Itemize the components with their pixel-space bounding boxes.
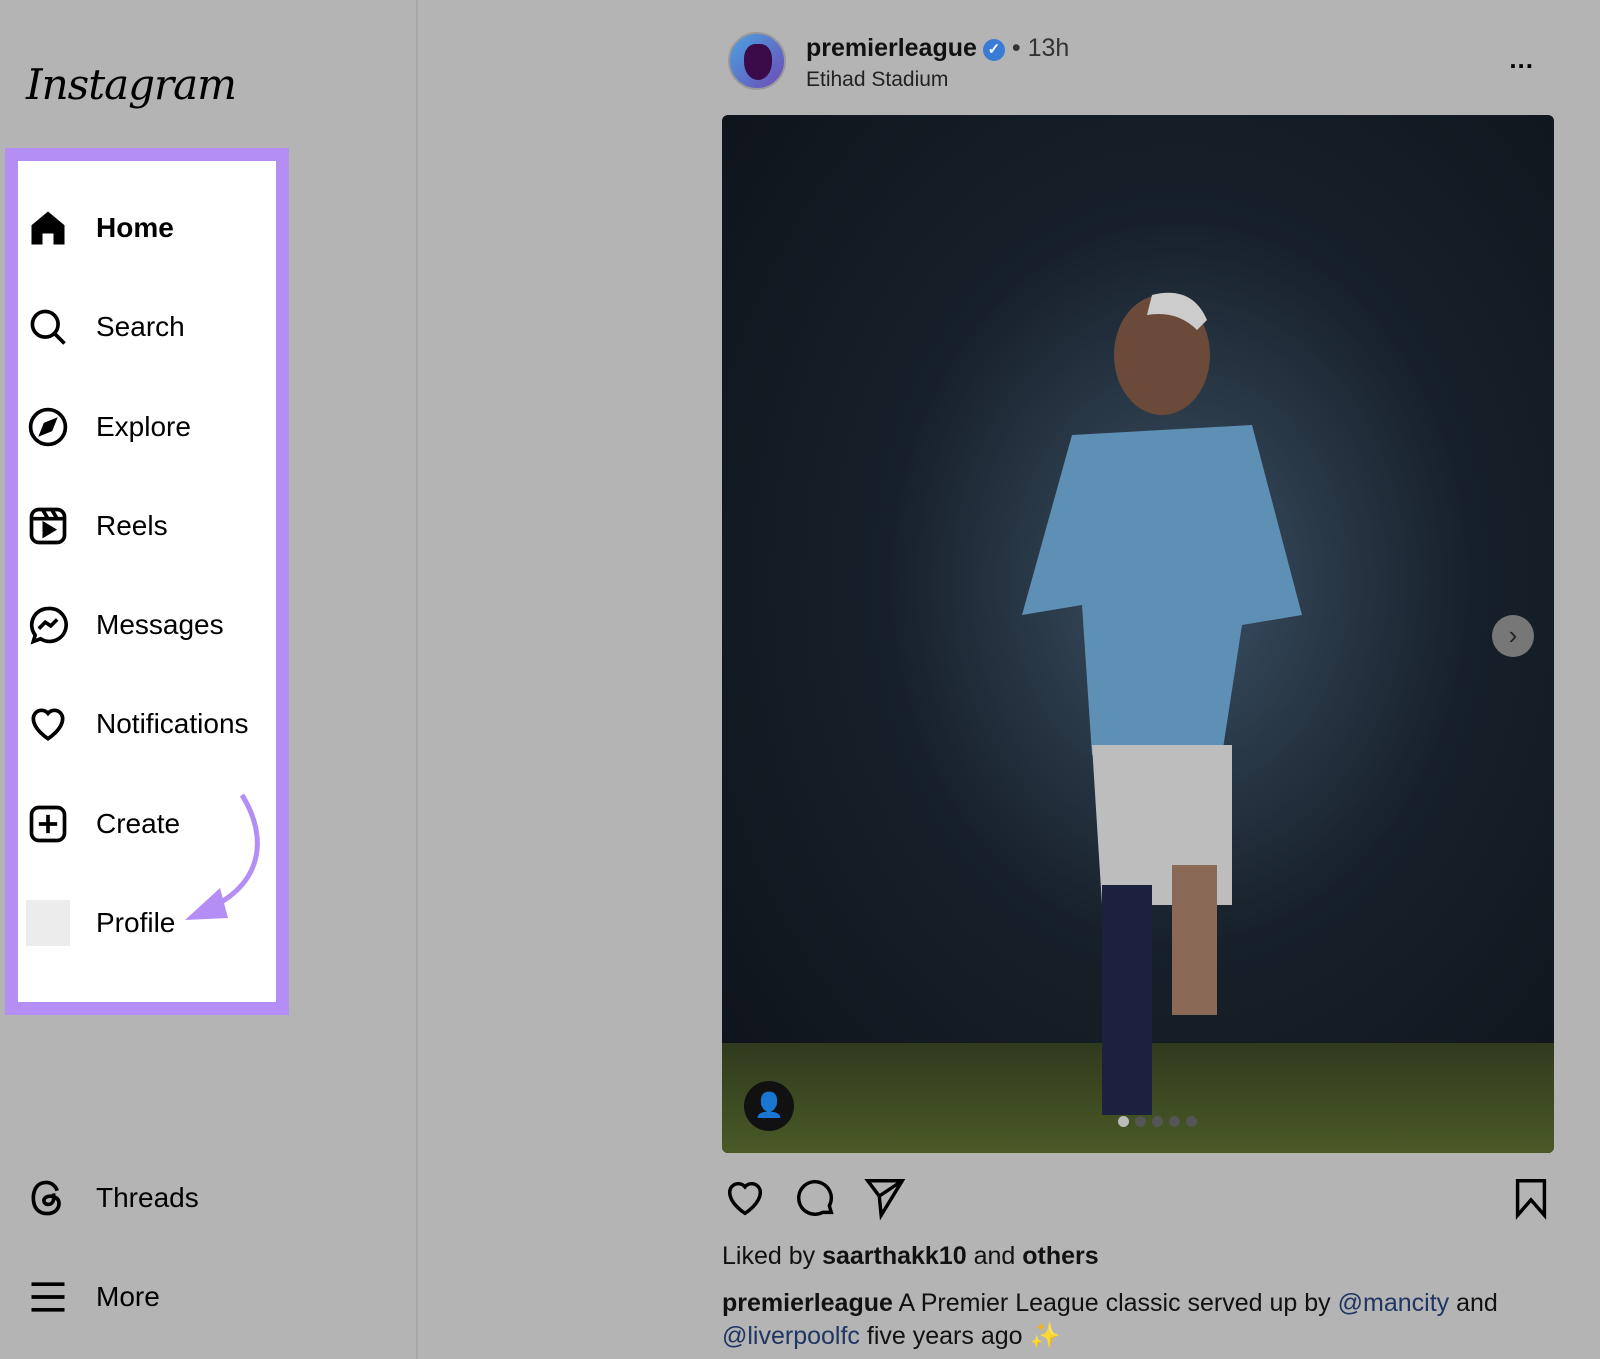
nav-notifications[interactable]: Notifications (26, 699, 249, 749)
post-username[interactable]: premierleague (806, 34, 977, 62)
caption-text: A Premier League classic served up by (898, 1289, 1331, 1317)
plus-square-icon (29, 805, 67, 843)
nav-label: Explore (96, 411, 191, 442)
sparkles-emoji: ✨ (1029, 1322, 1061, 1350)
post-header: premierleague ✓ • 13h Etihad Stadium ... (728, 32, 1554, 94)
messenger-icon (29, 606, 68, 645)
carousel-dot (1186, 1116, 1197, 1127)
comment-icon[interactable] (792, 1175, 838, 1221)
carousel-dot (1152, 1116, 1163, 1127)
arrow-annotation-icon (185, 793, 260, 920)
mention-liverpoolfc[interactable]: @liverpoolfc (722, 1322, 860, 1350)
instagram-logo[interactable]: Instagram (26, 60, 237, 109)
post-image[interactable]: › 👤 (722, 115, 1554, 1153)
nav-label: Notifications (96, 708, 249, 739)
nav-label: More (96, 1281, 160, 1312)
reels-icon (29, 507, 67, 545)
nav-profile[interactable]: Profile (26, 898, 175, 948)
like-heart-icon[interactable] (722, 1175, 768, 1221)
carousel-dot (1169, 1116, 1180, 1127)
nav-label: Search (96, 311, 185, 342)
heart-icon (31, 708, 65, 741)
post-time: 13h (1027, 34, 1070, 62)
nav-label: Reels (96, 510, 168, 541)
nav-label: Profile (96, 907, 176, 938)
liked-user[interactable]: saarthakk10 (822, 1242, 967, 1270)
nav-label: Home (96, 212, 174, 243)
verified-badge-icon: ✓ (982, 39, 1005, 61)
compass-icon (28, 407, 68, 447)
mention-mancity[interactable]: @mancity (1338, 1289, 1450, 1317)
liked-prefix: Liked by (722, 1242, 816, 1270)
nav-more[interactable]: More (26, 1272, 160, 1322)
nav-label: Threads (96, 1182, 199, 1213)
carousel-dot (1135, 1116, 1146, 1127)
nav-search[interactable]: Search (26, 302, 185, 352)
caption-username[interactable]: premierleague (722, 1289, 893, 1317)
separator: • (1011, 34, 1021, 62)
threads-icon (31, 1180, 61, 1216)
nav-threads[interactable]: Threads (26, 1173, 199, 1223)
avatar (26, 900, 70, 946)
more-options-button[interactable]: ... (1509, 44, 1534, 75)
post-username-line: premierleague ✓ • 13h (806, 34, 1069, 63)
nav-home[interactable]: Home (26, 203, 174, 253)
caption-text: five years ago (866, 1322, 1023, 1350)
carousel-dot (1118, 1116, 1129, 1127)
post-caption: premierleague A Premier League classic s… (722, 1287, 1552, 1353)
home-icon (31, 211, 65, 245)
nav-create[interactable]: Create (26, 799, 180, 849)
premierleague-avatar[interactable] (728, 32, 786, 90)
carousel-indicator (1118, 1116, 1197, 1127)
search-icon (30, 309, 66, 345)
next-image-button[interactable]: › (1492, 615, 1534, 657)
nav-explore[interactable]: Explore (26, 402, 191, 452)
menu-icon (31, 1282, 65, 1312)
sidebar: Instagram Home Search Explore Reels Mess… (0, 0, 418, 1359)
share-icon[interactable] (862, 1175, 908, 1221)
liked-others[interactable]: others (1022, 1242, 1098, 1270)
likes-line: Liked by saarthakk10 and others (722, 1242, 1099, 1271)
caption-text: and (1456, 1289, 1498, 1317)
nav-messages[interactable]: Messages (26, 600, 224, 650)
tagged-user-icon[interactable]: 👤 (744, 1081, 794, 1131)
nav-label: Messages (96, 609, 224, 640)
post-location[interactable]: Etihad Stadium (806, 68, 948, 92)
liked-and: and (973, 1242, 1016, 1270)
save-bookmark-icon[interactable] (1508, 1175, 1554, 1221)
post-actions (722, 1175, 1554, 1225)
player-figure (1022, 292, 1302, 1115)
nav-label: Create (96, 808, 181, 839)
nav-reels[interactable]: Reels (26, 501, 168, 551)
